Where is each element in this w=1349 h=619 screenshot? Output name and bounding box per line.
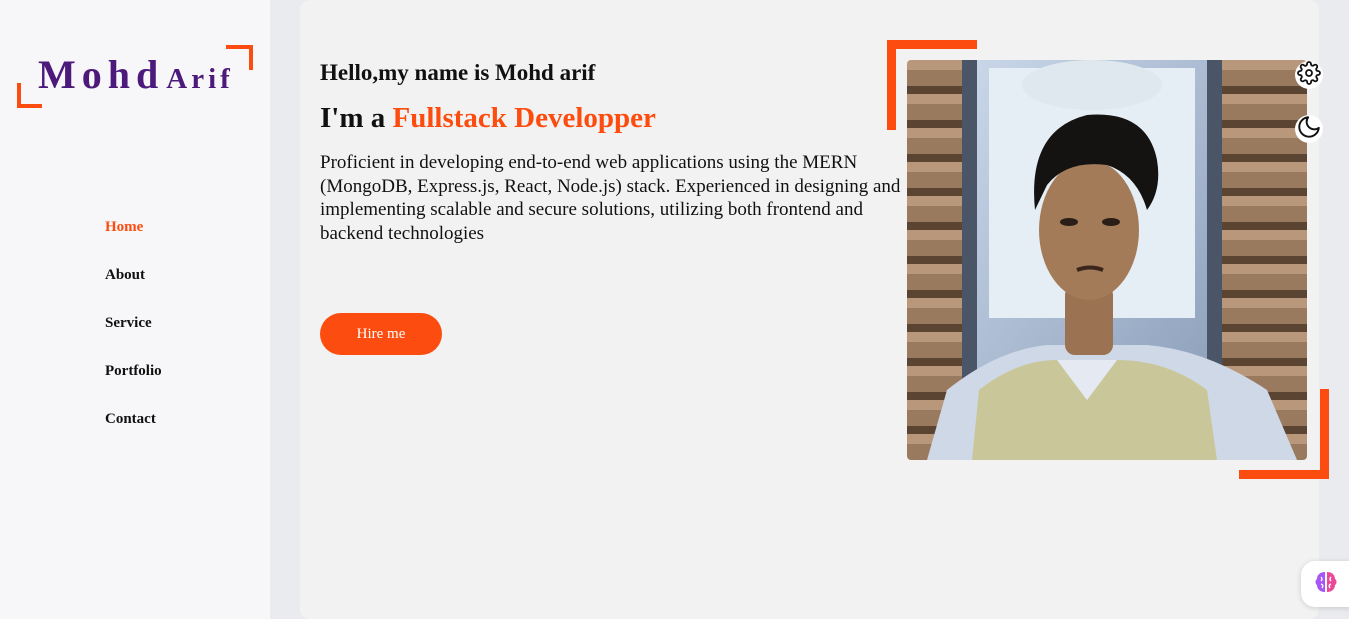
theme-toggle-button[interactable] (1295, 115, 1323, 143)
greeting-heading: Hello,my name is Mohd arif (320, 60, 596, 85)
nav-link-home[interactable]: Home (105, 219, 143, 235)
profile-photo (907, 60, 1307, 460)
nav-link-service[interactable]: Service (105, 315, 152, 331)
nav-item-home: Home (105, 218, 162, 266)
hero-intro: Hello,my name is Mohd arif I'm a Fullsta… (320, 60, 910, 245)
role-heading: I'm a Fullstack Developper (320, 102, 910, 135)
hire-me-button[interactable]: Hire me (320, 313, 442, 355)
logo-first-name: Mohd (38, 52, 165, 97)
nav-link-contact[interactable]: Contact (105, 411, 156, 427)
role-prefix: I'm a (320, 102, 393, 134)
gear-icon (1297, 60, 1321, 90)
hero-description: Proficient in developing end-to-end web … (320, 152, 901, 244)
site-logo[interactable]: MohdArif (17, 45, 253, 108)
sidebar: MohdArif Home About Service Portfolio Co… (0, 0, 270, 619)
assistant-button[interactable] (1301, 561, 1349, 607)
nav-item-contact: Contact (105, 410, 162, 458)
settings-button[interactable] (1295, 60, 1323, 90)
nav-item-about: About (105, 266, 162, 314)
role-accent: Fullstack Developper (392, 102, 656, 134)
nav-link-about[interactable]: About (105, 267, 145, 283)
logo-last-name: Arif (166, 63, 234, 95)
brain-icon (1313, 569, 1339, 600)
nav-item-service: Service (105, 314, 162, 362)
moon-icon (1296, 114, 1322, 145)
main-nav: Home About Service Portfolio Contact (105, 218, 162, 458)
profile-photo-frame (887, 40, 1329, 479)
nav-link-portfolio[interactable]: Portfolio (105, 363, 162, 379)
nav-item-portfolio: Portfolio (105, 362, 162, 410)
logo-text: MohdArif (38, 51, 234, 98)
